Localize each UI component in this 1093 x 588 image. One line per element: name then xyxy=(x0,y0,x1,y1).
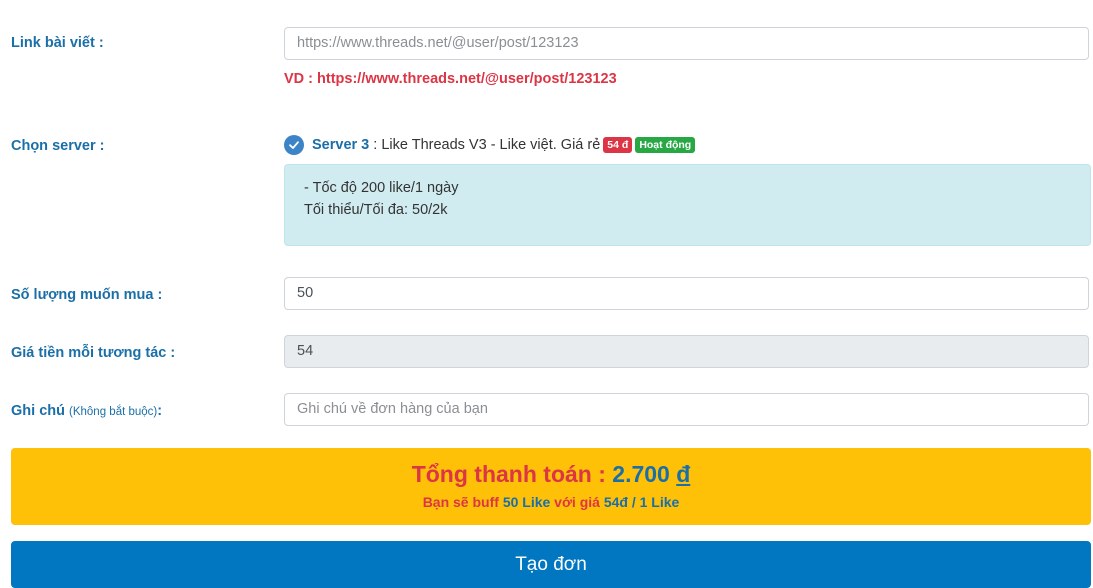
note-label: Ghi chú (Không bắt buộc): xyxy=(11,403,162,419)
server-label: Chọn server : xyxy=(11,138,105,154)
note-label-colon: : xyxy=(157,403,163,419)
server-info-limits: Tối thiểu/Tối đa: 50/2k xyxy=(304,202,448,218)
total-detail-price: 54đ / 1 Like xyxy=(603,494,680,510)
quantity-input[interactable]: 50 xyxy=(284,277,1089,310)
note-input[interactable]: Ghi chú về đơn hàng của bạn xyxy=(284,393,1089,426)
server-option[interactable]: Server 3 : Like Threads V3 - Like việt. … xyxy=(284,134,696,156)
total-amount: 2.700 xyxy=(612,461,670,487)
total-line: Tổng thanh toán : 2.700 đ xyxy=(11,461,1091,488)
total-detail-qty: 50 Like xyxy=(502,494,551,510)
server-name: Server 3 xyxy=(312,137,370,153)
link-example: VD : https://www.threads.net/@user/post/… xyxy=(284,71,617,87)
link-label: Link bài viết : xyxy=(11,35,104,51)
total-label: Tổng thanh toán : xyxy=(411,461,613,487)
server-info-box: - Tốc độ 200 like/1 ngày Tối thiểu/Tối đ… xyxy=(284,164,1091,246)
note-label-text: Ghi chú xyxy=(11,403,65,419)
link-input[interactable]: https://www.threads.net/@user/post/12312… xyxy=(284,27,1089,60)
server-info-speed: - Tốc độ 200 like/1 ngày xyxy=(304,180,459,196)
total-detail-mid: với giá xyxy=(550,494,604,510)
server-separator: : xyxy=(369,137,382,153)
server-description: Like Threads V3 - Like việt. Giá rẻ xyxy=(381,137,601,153)
note-label-optional: (Không bắt buộc) xyxy=(69,406,158,418)
unit-price-field: 54 xyxy=(284,335,1089,368)
quantity-label: Số lượng muốn mua : xyxy=(11,287,163,303)
create-order-button[interactable]: Tạo đơn xyxy=(11,541,1091,588)
total-detail: Bạn sẽ buff 50 Like với giá 54đ / 1 Like xyxy=(11,494,1091,510)
total-detail-prefix: Bạn sẽ buff xyxy=(422,494,503,510)
total-currency: đ xyxy=(676,461,691,487)
status-badge: Hoạt động xyxy=(635,137,696,153)
check-circle-icon xyxy=(284,135,304,155)
price-badge: 54 đ xyxy=(603,137,633,153)
unit-price-label: Giá tiền mỗi tương tác : xyxy=(11,345,176,361)
total-summary: Tổng thanh toán : 2.700 đ Bạn sẽ buff 50… xyxy=(11,448,1091,525)
